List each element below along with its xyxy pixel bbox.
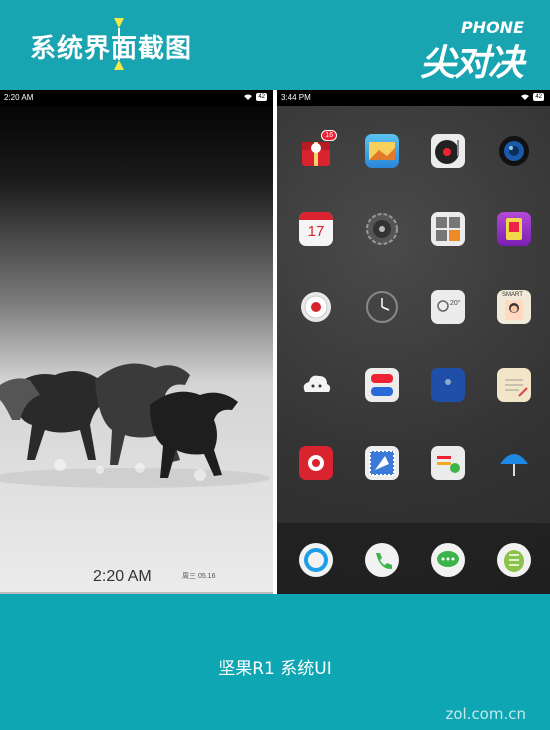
wifi-icon bbox=[244, 94, 253, 100]
cloud-icon[interactable] bbox=[299, 368, 333, 402]
calendar-day: 17 bbox=[307, 223, 325, 240]
status-bar: 3:44 PM 42 bbox=[277, 90, 550, 106]
video-icon[interactable] bbox=[299, 446, 333, 480]
page-title: 系统界面截图 bbox=[30, 34, 193, 64]
notification-badge: 16 bbox=[321, 130, 337, 141]
status-time: 2:20 AM bbox=[4, 93, 34, 102]
calculator-icon[interactable] bbox=[431, 212, 465, 246]
messages-icon[interactable] bbox=[431, 446, 465, 480]
music-player-icon[interactable] bbox=[431, 134, 465, 168]
weather-icon[interactable]: 20° bbox=[431, 290, 465, 324]
wifi-icon bbox=[521, 94, 530, 100]
gift-icon[interactable]: 16 bbox=[299, 130, 337, 168]
lock-clock: 2:20 AM bbox=[93, 568, 152, 585]
phone-icon[interactable] bbox=[365, 543, 399, 577]
notes-book-icon[interactable] bbox=[431, 368, 465, 402]
pills-icon[interactable] bbox=[365, 368, 399, 402]
home-screen: 3:44 PM 42 16 17 20° SMART bbox=[277, 90, 550, 594]
recorder-icon[interactable] bbox=[299, 290, 333, 324]
umbrella-icon[interactable] bbox=[497, 446, 531, 480]
dock bbox=[277, 522, 550, 594]
weather-temp: 20° bbox=[450, 300, 461, 307]
mail-stamp-icon[interactable] bbox=[365, 446, 399, 480]
brand-logo: PHONE 尖对决 bbox=[388, 18, 528, 84]
calendar-icon[interactable]: 17 bbox=[299, 212, 333, 246]
app-store-icon[interactable] bbox=[497, 212, 531, 246]
lock-date: 周三 05.16 bbox=[182, 573, 216, 580]
clock-icon[interactable] bbox=[365, 290, 399, 324]
robot-icon[interactable] bbox=[497, 543, 531, 577]
camera-icon[interactable] bbox=[497, 134, 531, 168]
logo-main-text: 尖对决 bbox=[419, 43, 524, 84]
notepad-icon[interactable] bbox=[497, 368, 531, 402]
battery-icon: 42 bbox=[256, 93, 267, 101]
battery-icon: 42 bbox=[533, 93, 544, 101]
smart-label: SMART bbox=[502, 292, 523, 298]
lock-screen: 2:20 AM 42 2:20 AM 周三 05.16 bbox=[0, 90, 273, 594]
unlock-bar[interactable] bbox=[0, 592, 273, 594]
contacts-icon[interactable]: SMART bbox=[497, 290, 531, 324]
header-banner: 系统界面截图 PHONE 尖对决 bbox=[0, 0, 550, 90]
chat-icon[interactable] bbox=[431, 543, 465, 577]
horses-wallpaper bbox=[0, 363, 270, 488]
status-time: 3:44 PM bbox=[281, 93, 311, 102]
browser-icon[interactable] bbox=[299, 543, 333, 577]
title-mark-icon bbox=[114, 18, 124, 70]
status-bar: 2:20 AM 42 bbox=[0, 90, 273, 106]
settings-icon[interactable] bbox=[365, 212, 399, 246]
caption: 坚果R1 系统UI bbox=[218, 659, 332, 679]
watermark: zol.com.cn bbox=[445, 705, 526, 723]
photos-icon[interactable] bbox=[365, 134, 399, 168]
